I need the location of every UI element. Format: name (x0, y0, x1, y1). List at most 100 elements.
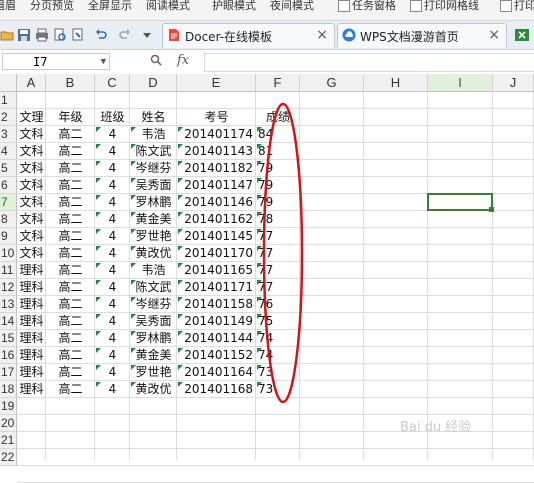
print-icon[interactable] (35, 28, 49, 42)
cell-d13[interactable]: 岑继芬 (130, 296, 177, 313)
zoom-search-icon[interactable] (150, 54, 162, 66)
cell-b15[interactable]: 高二 (46, 330, 95, 347)
tab-docer-templates[interactable]: Docer-在线模板 × (162, 23, 335, 48)
cell-a5[interactable]: 文科 (17, 160, 46, 177)
row-header-11[interactable]: 11 (0, 262, 17, 279)
row-header-12[interactable]: 12 (0, 279, 17, 296)
cell-e3[interactable]: 201401174 (177, 126, 256, 143)
cell-e12[interactable]: 201401171 (177, 279, 256, 296)
cell-d3[interactable]: 韦浩 (130, 126, 177, 143)
cell-d17[interactable]: 罗世艳 (130, 364, 177, 381)
select-all-corner[interactable] (0, 74, 17, 92)
cell-e4[interactable]: 201401143 (177, 143, 256, 160)
cell-e16[interactable]: 201401152 (177, 347, 256, 364)
selected-cell-i7[interactable] (427, 193, 493, 211)
column-header-d[interactable]: D (130, 74, 177, 92)
undo-icon[interactable] (94, 28, 108, 42)
ribbon-item-task-pane[interactable]: 任务窗格 (352, 0, 396, 13)
cell-e13[interactable]: 201401158 (177, 296, 256, 313)
cell-d10[interactable]: 黄改优 (130, 245, 177, 262)
cell-b13[interactable]: 高二 (46, 296, 95, 313)
column-header-h[interactable]: H (364, 74, 428, 92)
print-checkbox[interactable] (500, 0, 512, 12)
cell-d12[interactable]: 陈文武 (130, 279, 177, 296)
cell-a7[interactable]: 文科 (17, 194, 46, 211)
row-header-1[interactable]: 1 (0, 92, 17, 109)
cell-e14[interactable]: 201401149 (177, 313, 256, 330)
row-header-19[interactable]: 19 (0, 398, 17, 415)
row-header-22[interactable]: 22 (0, 449, 17, 466)
cell-b14[interactable]: 高二 (46, 313, 95, 330)
cell-d5[interactable]: 岑继芬 (130, 160, 177, 177)
tab-wps-roaming-home[interactable]: WPS文档漫游首页 × (337, 23, 507, 48)
cell-e9[interactable]: 201401145 (177, 228, 256, 245)
ribbon-item-page-break-preview[interactable]: 分页预览 (30, 0, 74, 13)
cell-b11[interactable]: 高二 (46, 262, 95, 279)
cell-b9[interactable]: 高二 (46, 228, 95, 245)
row-header-6[interactable]: 6 (0, 177, 17, 194)
row-header-18[interactable]: 18 (0, 381, 17, 398)
cell-d15[interactable]: 罗林鹏 (130, 330, 177, 347)
print-preview-icon[interactable] (53, 28, 67, 42)
cell-e6[interactable]: 201401147 (177, 177, 256, 194)
row-header-2[interactable]: 2 (0, 109, 17, 126)
cell-b12[interactable]: 高二 (46, 279, 95, 296)
cell-b7[interactable]: 高二 (46, 194, 95, 211)
column-header-c[interactable]: C (95, 74, 130, 92)
cell-b6[interactable]: 高二 (46, 177, 95, 194)
row-header-7[interactable]: 7 (0, 194, 17, 211)
close-icon[interactable]: × (488, 27, 500, 43)
cell-a13[interactable]: 理科 (17, 296, 46, 313)
cell-a9[interactable]: 文科 (17, 228, 46, 245)
row-header-20[interactable]: 20 (0, 415, 17, 432)
format-painter-icon[interactable] (71, 28, 85, 42)
row-header-21[interactable]: 21 (0, 432, 17, 449)
cell-b10[interactable]: 高二 (46, 245, 95, 262)
ribbon-item-print-gridlines[interactable]: 打印网格线 (424, 0, 479, 13)
cell-e11[interactable]: 201401165 (177, 262, 256, 279)
cell-d11[interactable]: 韦浩 (130, 262, 177, 279)
cell-d7[interactable]: 罗林鹏 (130, 194, 177, 211)
ribbon-item-eye-protection[interactable]: 护眼模式 (212, 0, 256, 13)
cell-e7[interactable]: 201401146 (177, 194, 256, 211)
row-header-10[interactable]: 10 (0, 245, 17, 262)
cell-a12[interactable]: 理科 (17, 279, 46, 296)
cell-e15[interactable]: 201401144 (177, 330, 256, 347)
cell-b16[interactable]: 高二 (46, 347, 95, 364)
column-header-b[interactable]: B (46, 74, 95, 92)
row-header-9[interactable]: 9 (0, 228, 17, 245)
cell-d2[interactable]: 姓名 (130, 109, 177, 126)
cell-e10[interactable]: 201401170 (177, 245, 256, 262)
cell-a8[interactable]: 文科 (17, 211, 46, 228)
ribbon-item-night-mode[interactable]: 夜间模式 (270, 0, 314, 13)
cell-d6[interactable]: 吴秀面 (130, 177, 177, 194)
cell-d4[interactable]: 陈文武 (130, 143, 177, 160)
cell-a14[interactable]: 理科 (17, 313, 46, 330)
cell-a2[interactable]: 文理 (17, 109, 46, 126)
close-icon[interactable]: × (316, 27, 328, 43)
cell-a6[interactable]: 文科 (17, 177, 46, 194)
cell-e8[interactable]: 201401162 (177, 211, 256, 228)
cell-a4[interactable]: 文科 (17, 143, 46, 160)
cell-c2[interactable]: 班级 (95, 109, 130, 126)
cell-b2[interactable]: 年级 (46, 109, 95, 126)
redo-icon[interactable] (118, 28, 132, 42)
cell-a10[interactable]: 文科 (17, 245, 46, 262)
row-header-4[interactable]: 4 (0, 143, 17, 160)
row-header-16[interactable]: 16 (0, 347, 17, 364)
cell-a3[interactable]: 文科 (17, 126, 46, 143)
open-folder-icon[interactable] (0, 28, 14, 42)
cell-b5[interactable]: 高二 (46, 160, 95, 177)
row-header-14[interactable]: 14 (0, 313, 17, 330)
ribbon-item-print[interactable]: 打印 (514, 0, 534, 13)
column-header-e[interactable]: E (177, 74, 256, 92)
column-header-f[interactable]: F (256, 74, 300, 92)
fill-handle[interactable] (489, 207, 494, 212)
spreadsheet-doc-icon[interactable] (514, 28, 530, 42)
column-header-i[interactable]: I (428, 74, 493, 92)
column-header-j[interactable]: J (493, 74, 534, 92)
row-header-17[interactable]: 17 (0, 364, 17, 381)
cell-e18[interactable]: 201401168 (177, 381, 256, 398)
cell-b4[interactable]: 高二 (46, 143, 95, 160)
save-icon[interactable] (17, 28, 31, 42)
